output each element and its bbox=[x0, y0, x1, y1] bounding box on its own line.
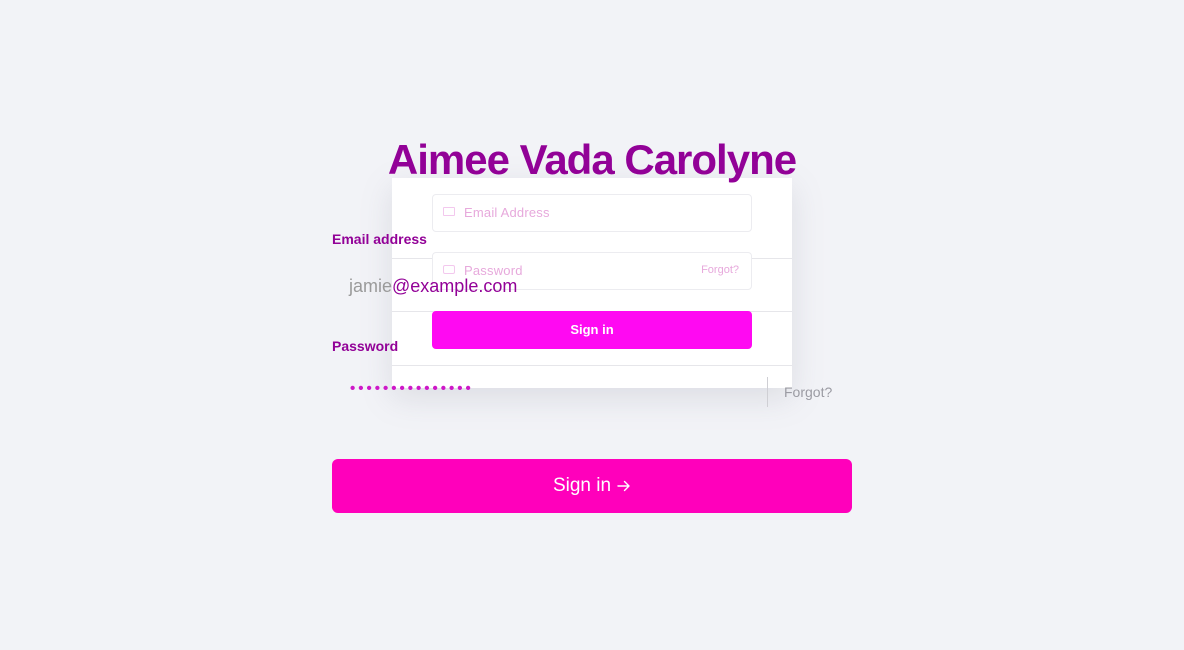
email-value-user: jamie bbox=[349, 276, 393, 296]
ghost-email-input: Email Address bbox=[432, 194, 752, 232]
email-label: Email address bbox=[332, 231, 427, 247]
password-label: Password bbox=[332, 338, 399, 354]
signin-button[interactable]: Sign in bbox=[332, 459, 852, 513]
signin-label: Sign in bbox=[552, 475, 612, 496]
forgot-password-link[interactable]: Forgot? bbox=[784, 384, 832, 400]
page-title: Aimee Vada Carolyne bbox=[387, 136, 797, 183]
email-value-domain: @example.com bbox=[392, 276, 518, 296]
email-field[interactable]: jamie@example.com bbox=[332, 266, 852, 306]
divider bbox=[392, 365, 792, 366]
password-field[interactable]: ••••••••••••••• bbox=[332, 372, 762, 412]
arrow-right-icon bbox=[617, 480, 630, 492]
ghost-signin-button: Sign in bbox=[432, 311, 752, 349]
password-divider bbox=[767, 377, 768, 407]
password-value: ••••••••••••••• bbox=[350, 380, 474, 397]
ghost-email-placeholder: Email Address bbox=[464, 205, 550, 220]
mail-icon bbox=[443, 207, 455, 216]
